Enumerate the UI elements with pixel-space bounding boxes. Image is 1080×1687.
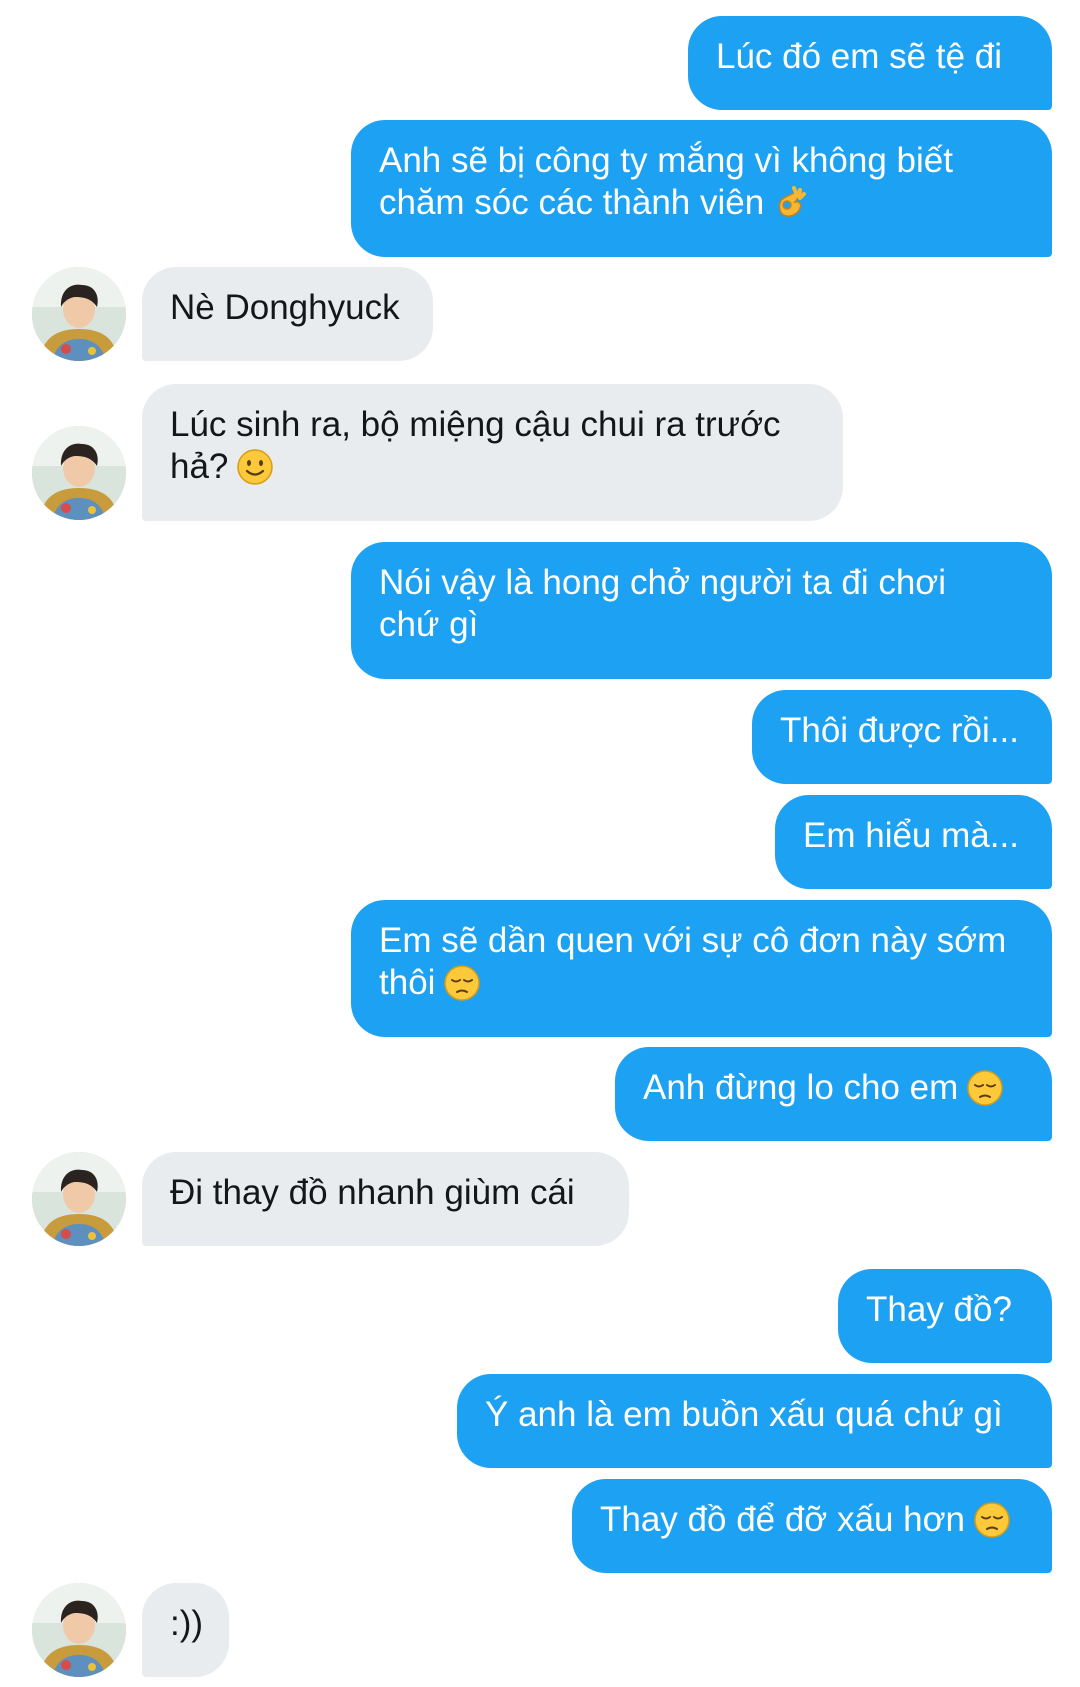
message-text: Thay đồ để đỡ xấu hơn [600,1500,966,1539]
avatar-photo-icon [32,1152,126,1246]
message-text: Đi thay đồ nhanh giùm cái [170,1173,575,1212]
message-bubble[interactable]: Anh sẽ bị công ty mắng vì không biết chă… [351,120,1052,257]
slight-smile-icon [236,448,274,486]
message-bubble[interactable]: Nói vậy là hong chở người ta đi chơi chứ… [351,542,1052,679]
avatar-photo-icon [32,1583,126,1677]
message-bubble[interactable]: Lúc đó em sẽ tệ đi [688,16,1052,110]
pensive-face-icon [973,1501,1011,1539]
message-text: Em sẽ dần quen với sự cô đơn này sớm [379,921,1007,960]
message-text: Anh đừng lo cho em [643,1068,959,1107]
message-text: chăm sóc các thành viên [379,183,765,222]
message-text: Lúc sinh ra, bộ miệng cậu chui ra trước [170,405,781,444]
message-bubble[interactable]: Thay đồ để đỡ xấu hơn [572,1479,1052,1573]
message-text: chứ gì [379,605,479,644]
avatar[interactable] [32,267,126,361]
message-bubble[interactable]: Em hiểu mà... [775,795,1052,889]
ok-hand-icon [772,184,810,222]
message-text: hả? [170,447,229,486]
message-bubble[interactable]: Anh đừng lo cho em [615,1047,1052,1141]
pensive-face-icon [443,964,481,1002]
message-text: Thôi được rồi... [780,711,1019,750]
message-text: :)) [170,1604,204,1643]
message-bubble[interactable]: Thay đồ? [838,1269,1052,1363]
avatar[interactable] [32,426,126,520]
message-bubble[interactable]: Em sẽ dần quen với sự cô đơn này sớm thô… [351,900,1052,1037]
message-text: Nói vậy là hong chở người ta đi chơi [379,563,947,602]
message-text: Lúc đó em sẽ tệ đi [716,37,1002,76]
message-text: Em hiểu mà... [803,816,1019,855]
message-bubble[interactable]: Thôi được rồi... [752,690,1052,784]
avatar-photo-icon [32,426,126,520]
pensive-face-icon [966,1069,1004,1107]
message-thread: Lúc đó em sẽ tệ đi Anh sẽ bị công ty mắn… [0,0,1080,1687]
message-bubble[interactable]: Lúc sinh ra, bộ miệng cậu chui ra trước … [142,384,843,521]
message-text: Ý anh là em buồn xấu quá chứ gì [485,1395,1003,1434]
message-text: thôi [379,963,436,1002]
message-text: Nè Donghyuck [170,288,400,327]
message-bubble[interactable]: :)) [142,1583,229,1677]
avatar-photo-icon [32,267,126,361]
avatar[interactable] [32,1583,126,1677]
message-bubble[interactable]: Đi thay đồ nhanh giùm cái [142,1152,629,1246]
message-text: Anh sẽ bị công ty mắng vì không biết [379,141,953,180]
message-bubble[interactable]: Nè Donghyuck [142,267,433,361]
avatar[interactable] [32,1152,126,1246]
message-bubble[interactable]: Ý anh là em buồn xấu quá chứ gì [457,1374,1052,1468]
message-text: Thay đồ? [866,1290,1012,1329]
